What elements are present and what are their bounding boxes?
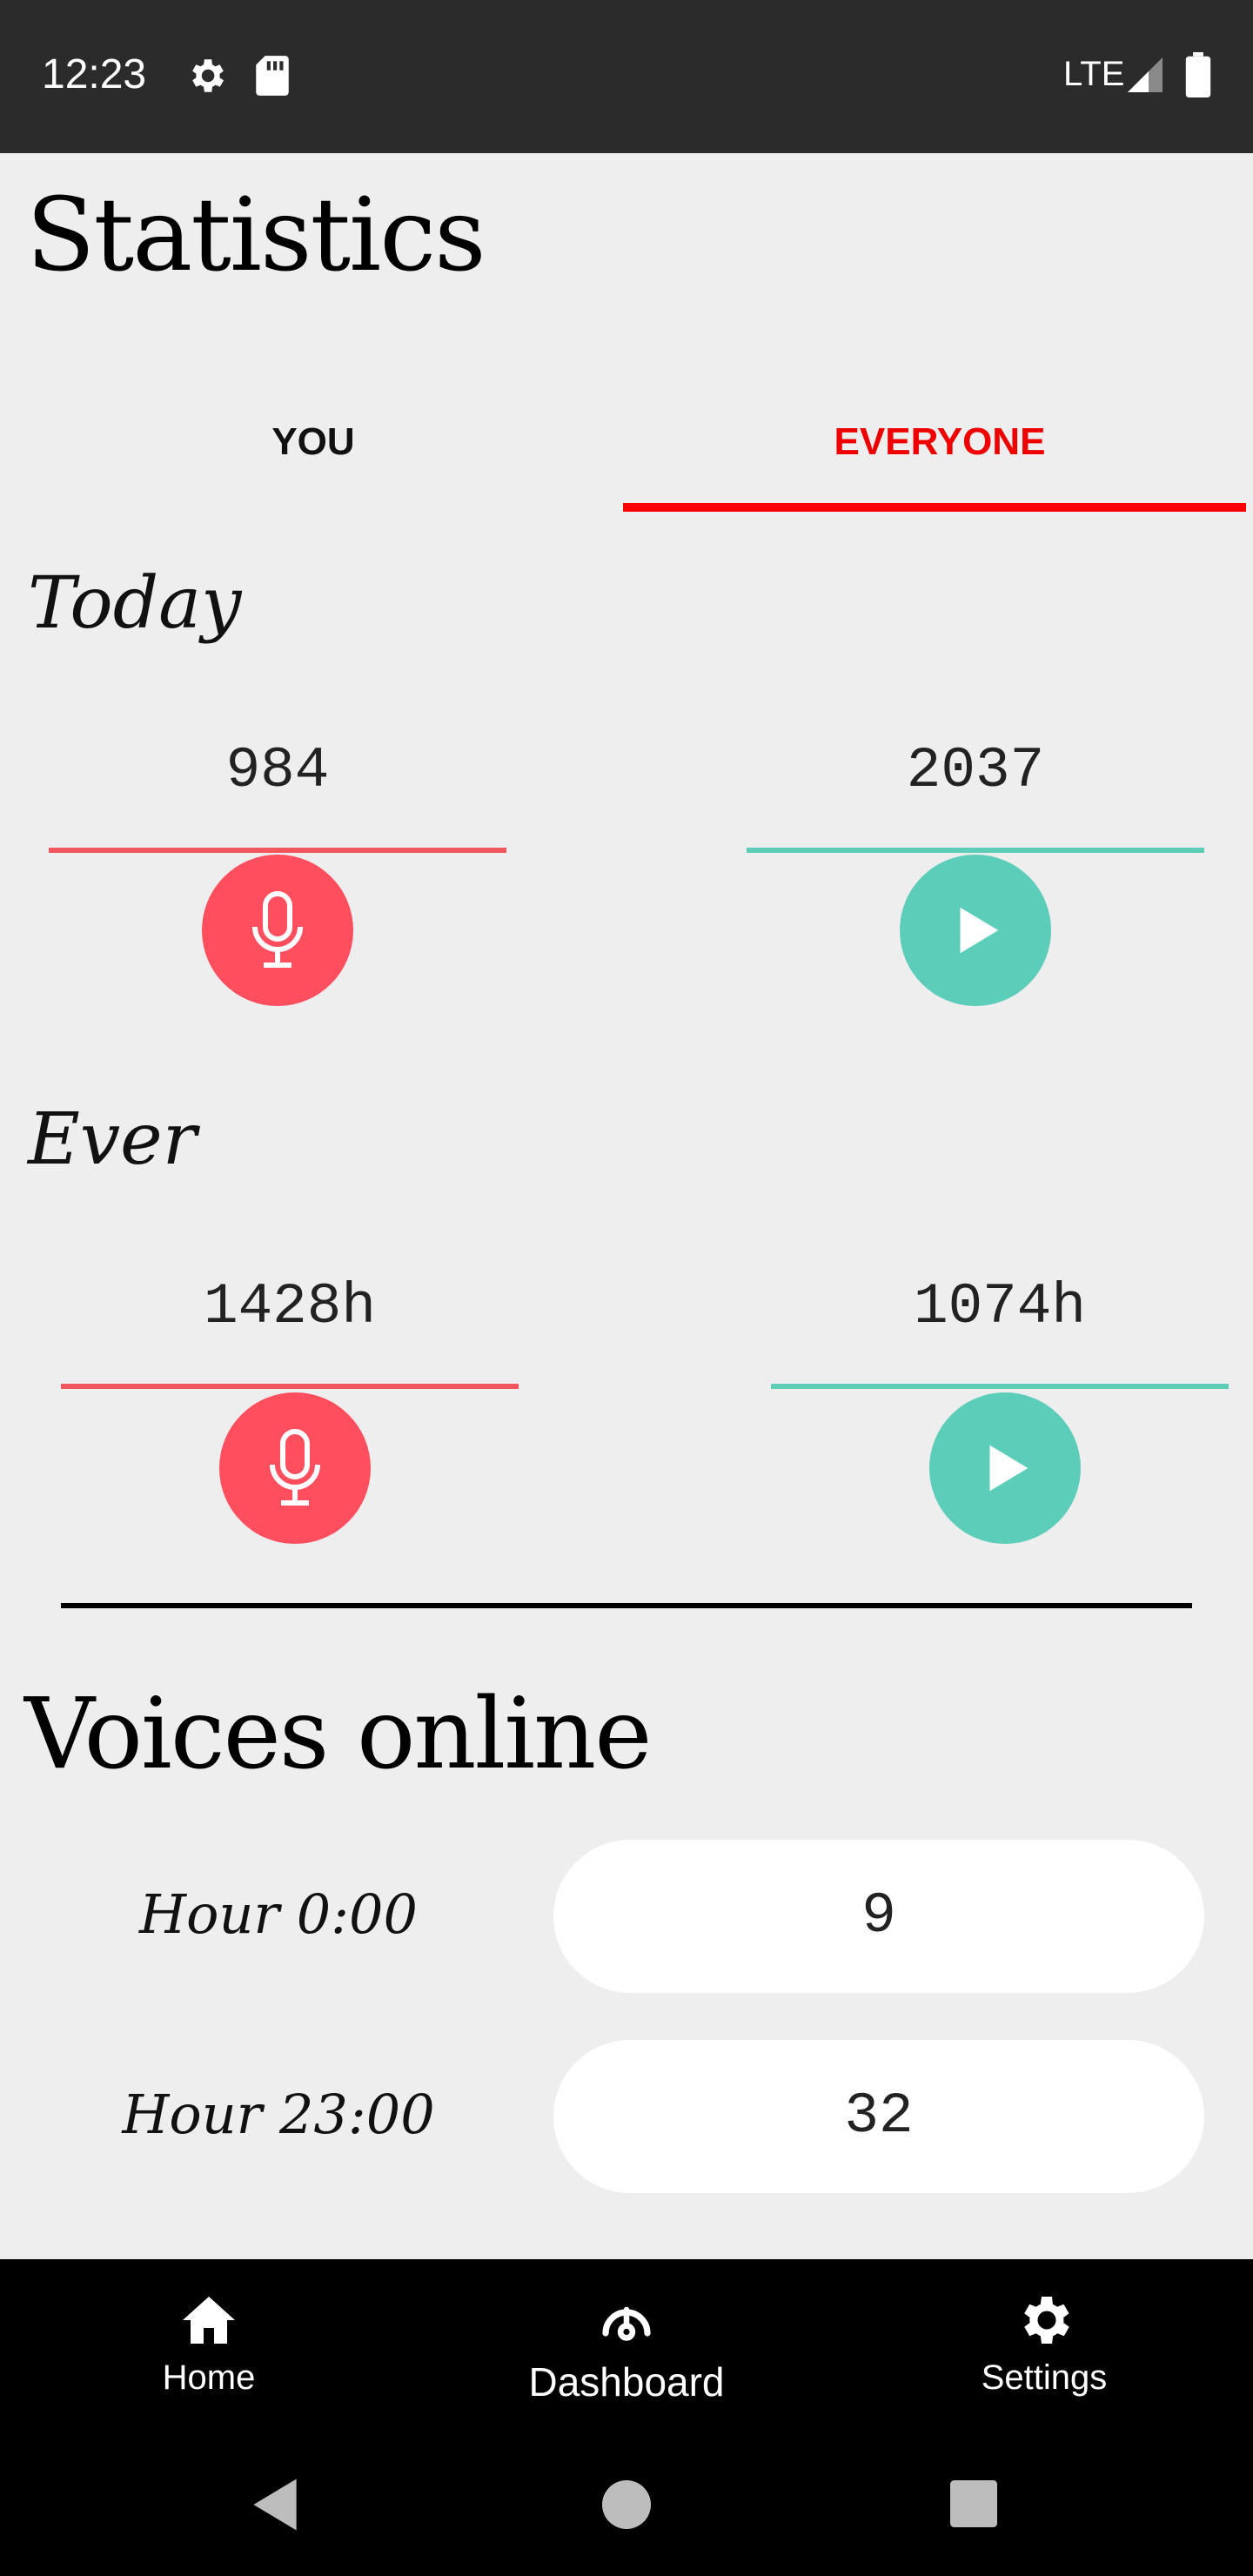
dashboard-icon — [602, 2306, 651, 2341]
listen-button-ever[interactable] — [929, 1392, 1081, 1544]
recents-icon[interactable] — [950, 2480, 997, 2527]
ever-heading: Ever — [28, 1098, 197, 1181]
nav-label-settings: Settings — [981, 2358, 1108, 2397]
listen-button[interactable] — [900, 855, 1051, 1006]
record-button-ever[interactable] — [219, 1392, 371, 1544]
tab-you[interactable]: YOU — [0, 409, 626, 475]
microphone-icon — [270, 1429, 320, 1506]
home-circle-icon[interactable] — [602, 2480, 651, 2529]
page-title: Statistics — [26, 177, 486, 294]
ever-listened-underline — [771, 1384, 1229, 1389]
today-listened-underline — [747, 848, 1204, 853]
microphone-icon — [252, 891, 303, 968]
play-icon — [960, 907, 999, 954]
ever-listened-hours: 1074h — [913, 1274, 1087, 1339]
status-time: 12:23 — [42, 51, 147, 97]
signal-icon — [1128, 57, 1163, 92]
settings-status-icon — [192, 59, 224, 92]
nav-label-dashboard: Dashboard — [528, 2359, 725, 2405]
nav-item-settings[interactable]: Settings — [835, 2289, 1253, 2419]
nav-label-home: Home — [162, 2358, 256, 2397]
today-listened-count: 2037 — [906, 738, 1045, 803]
today-recorded-count: 984 — [225, 738, 330, 803]
ever-recorded-hours: 1428h — [203, 1274, 377, 1339]
voices-count: 9 — [553, 1840, 1204, 1993]
tab-everyone[interactable]: EVERYONE — [626, 409, 1253, 475]
back-icon[interactable] — [249, 2477, 301, 2532]
today-heading: Today — [28, 562, 242, 645]
nav-item-dashboard[interactable]: Dashboard — [418, 2289, 835, 2419]
gear-icon — [1024, 2297, 1069, 2344]
home-icon — [183, 2297, 235, 2344]
record-button[interactable] — [202, 855, 353, 1006]
today-recorded-underline — [49, 848, 506, 853]
sd-card-icon — [256, 56, 289, 96]
voices-count: 32 — [553, 2040, 1204, 2193]
play-icon — [989, 1445, 1029, 1492]
battery-icon — [1185, 52, 1211, 97]
network-type: LTE — [1063, 55, 1125, 93]
hour-label: Hour 23:00 — [122, 2083, 435, 2146]
nav-item-home[interactable]: Home — [0, 2289, 418, 2419]
section-divider — [61, 1603, 1192, 1608]
voices-online-title: Voices online — [24, 1678, 653, 1791]
ever-recorded-underline — [61, 1384, 519, 1389]
tab-indicator — [623, 503, 1246, 512]
hour-label: Hour 0:00 — [139, 1882, 418, 1946]
